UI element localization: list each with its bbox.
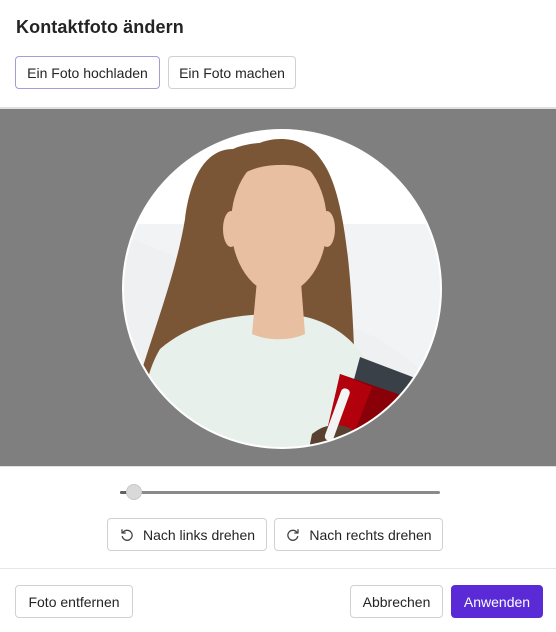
take-photo-label: Ein Foto machen [179, 64, 285, 81]
apply-button[interactable]: Anwenden [451, 585, 543, 618]
rotate-right-icon [285, 527, 301, 543]
rotate-left-icon [119, 527, 135, 543]
zoom-slider-thumb[interactable] [126, 484, 142, 500]
upload-photo-button[interactable]: Ein Foto hochladen [15, 56, 160, 89]
footer-divider [0, 568, 556, 569]
zoom-slider[interactable] [120, 484, 440, 500]
photo-image [0, 109, 556, 466]
remove-photo-button[interactable]: Foto entfernen [15, 585, 133, 618]
rotate-left-button[interactable]: Nach links drehen [107, 518, 267, 551]
remove-photo-label: Foto entfernen [28, 593, 120, 610]
cancel-label: Abbrechen [362, 593, 431, 610]
cancel-button[interactable]: Abbrechen [350, 585, 443, 618]
rotate-left-label: Nach links drehen [142, 526, 256, 543]
take-photo-button[interactable]: Ein Foto machen [168, 56, 296, 89]
zoom-slider-track[interactable] [120, 491, 440, 494]
photo-crop-area[interactable] [0, 107, 556, 467]
rotate-right-label: Nach rechts drehen [309, 526, 432, 543]
apply-label: Anwenden [463, 593, 531, 610]
dialog-title: Kontaktfoto ändern [16, 17, 184, 37]
upload-photo-label: Ein Foto hochladen [27, 64, 148, 81]
rotate-right-button[interactable]: Nach rechts drehen [274, 518, 443, 551]
